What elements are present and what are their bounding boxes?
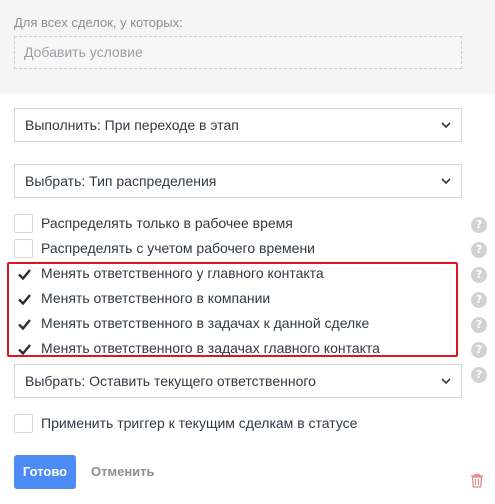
- checkbox-checked[interactable]: [14, 314, 33, 333]
- checkmark-icon: [18, 344, 31, 356]
- responsible-select-value: Выбрать: Оставить текущего ответственног…: [25, 373, 316, 389]
- option-consider-work-hours[interactable]: Распределять с учетом рабочего времени: [14, 237, 454, 259]
- option-change-main-contact[interactable]: Менять ответственного у главного контакт…: [14, 262, 454, 284]
- checkmark-icon: [18, 269, 31, 281]
- option-label: Менять ответственного в компании: [41, 290, 271, 306]
- distribution-type-value: Выбрать: Тип распределения: [25, 173, 217, 189]
- checkbox[interactable]: [14, 239, 33, 258]
- option-label: Менять ответственного в задачах главного…: [41, 340, 380, 356]
- option-change-deal-tasks[interactable]: Менять ответственного в задачах к данной…: [14, 312, 454, 334]
- option-apply-trigger[interactable]: Применить триггер к текущим сделкам в ст…: [14, 412, 454, 434]
- done-button[interactable]: Готово: [14, 455, 76, 489]
- help-icon[interactable]: ?: [471, 342, 487, 358]
- execute-select[interactable]: Выполнить: При переходе в этап: [14, 108, 462, 142]
- conditions-title: Для всех сделок, у которых:: [14, 15, 183, 30]
- option-label: Менять ответственного в задачах к данной…: [41, 315, 370, 331]
- checkbox[interactable]: [14, 414, 33, 433]
- option-label: Применить триггер к текущим сделкам в ст…: [41, 415, 358, 431]
- help-icon[interactable]: ?: [471, 317, 487, 333]
- checkmark-icon: [18, 294, 31, 306]
- execute-select-value: Выполнить: При переходе в этап: [25, 117, 239, 133]
- conditions-panel: Для всех сделок, у которых: Добавить усл…: [0, 0, 495, 94]
- checkbox-checked[interactable]: [14, 339, 33, 358]
- help-icon[interactable]: ?: [471, 242, 487, 258]
- help-icon[interactable]: ?: [471, 217, 487, 233]
- checkmark-icon: [18, 319, 31, 331]
- option-label: Менять ответственного у главного контакт…: [41, 265, 324, 281]
- option-change-contact-tasks[interactable]: Менять ответственного в задачах главного…: [14, 337, 454, 359]
- checkbox-checked[interactable]: [14, 289, 33, 308]
- checkbox-checked[interactable]: [14, 264, 33, 283]
- checkbox[interactable]: [14, 214, 33, 233]
- trash-icon[interactable]: [470, 473, 484, 488]
- cancel-button[interactable]: Отменить: [91, 455, 155, 489]
- help-icon[interactable]: ?: [471, 292, 487, 308]
- add-condition-field[interactable]: Добавить условие: [14, 36, 462, 69]
- chevron-down-icon: [441, 376, 451, 386]
- option-label: Распределять с учетом рабочего времени: [41, 240, 315, 256]
- chevron-down-icon: [441, 120, 451, 130]
- help-icon[interactable]: ?: [471, 267, 487, 283]
- responsible-select[interactable]: Выбрать: Оставить текущего ответственног…: [14, 364, 462, 398]
- option-work-hours-only[interactable]: Распределять только в рабочее время: [14, 212, 454, 234]
- distribution-type-select[interactable]: Выбрать: Тип распределения: [14, 164, 462, 198]
- help-icon[interactable]: ?: [471, 367, 487, 383]
- option-label: Распределять только в рабочее время: [41, 215, 293, 231]
- option-change-company[interactable]: Менять ответственного в компании: [14, 287, 454, 309]
- chevron-down-icon: [441, 176, 451, 186]
